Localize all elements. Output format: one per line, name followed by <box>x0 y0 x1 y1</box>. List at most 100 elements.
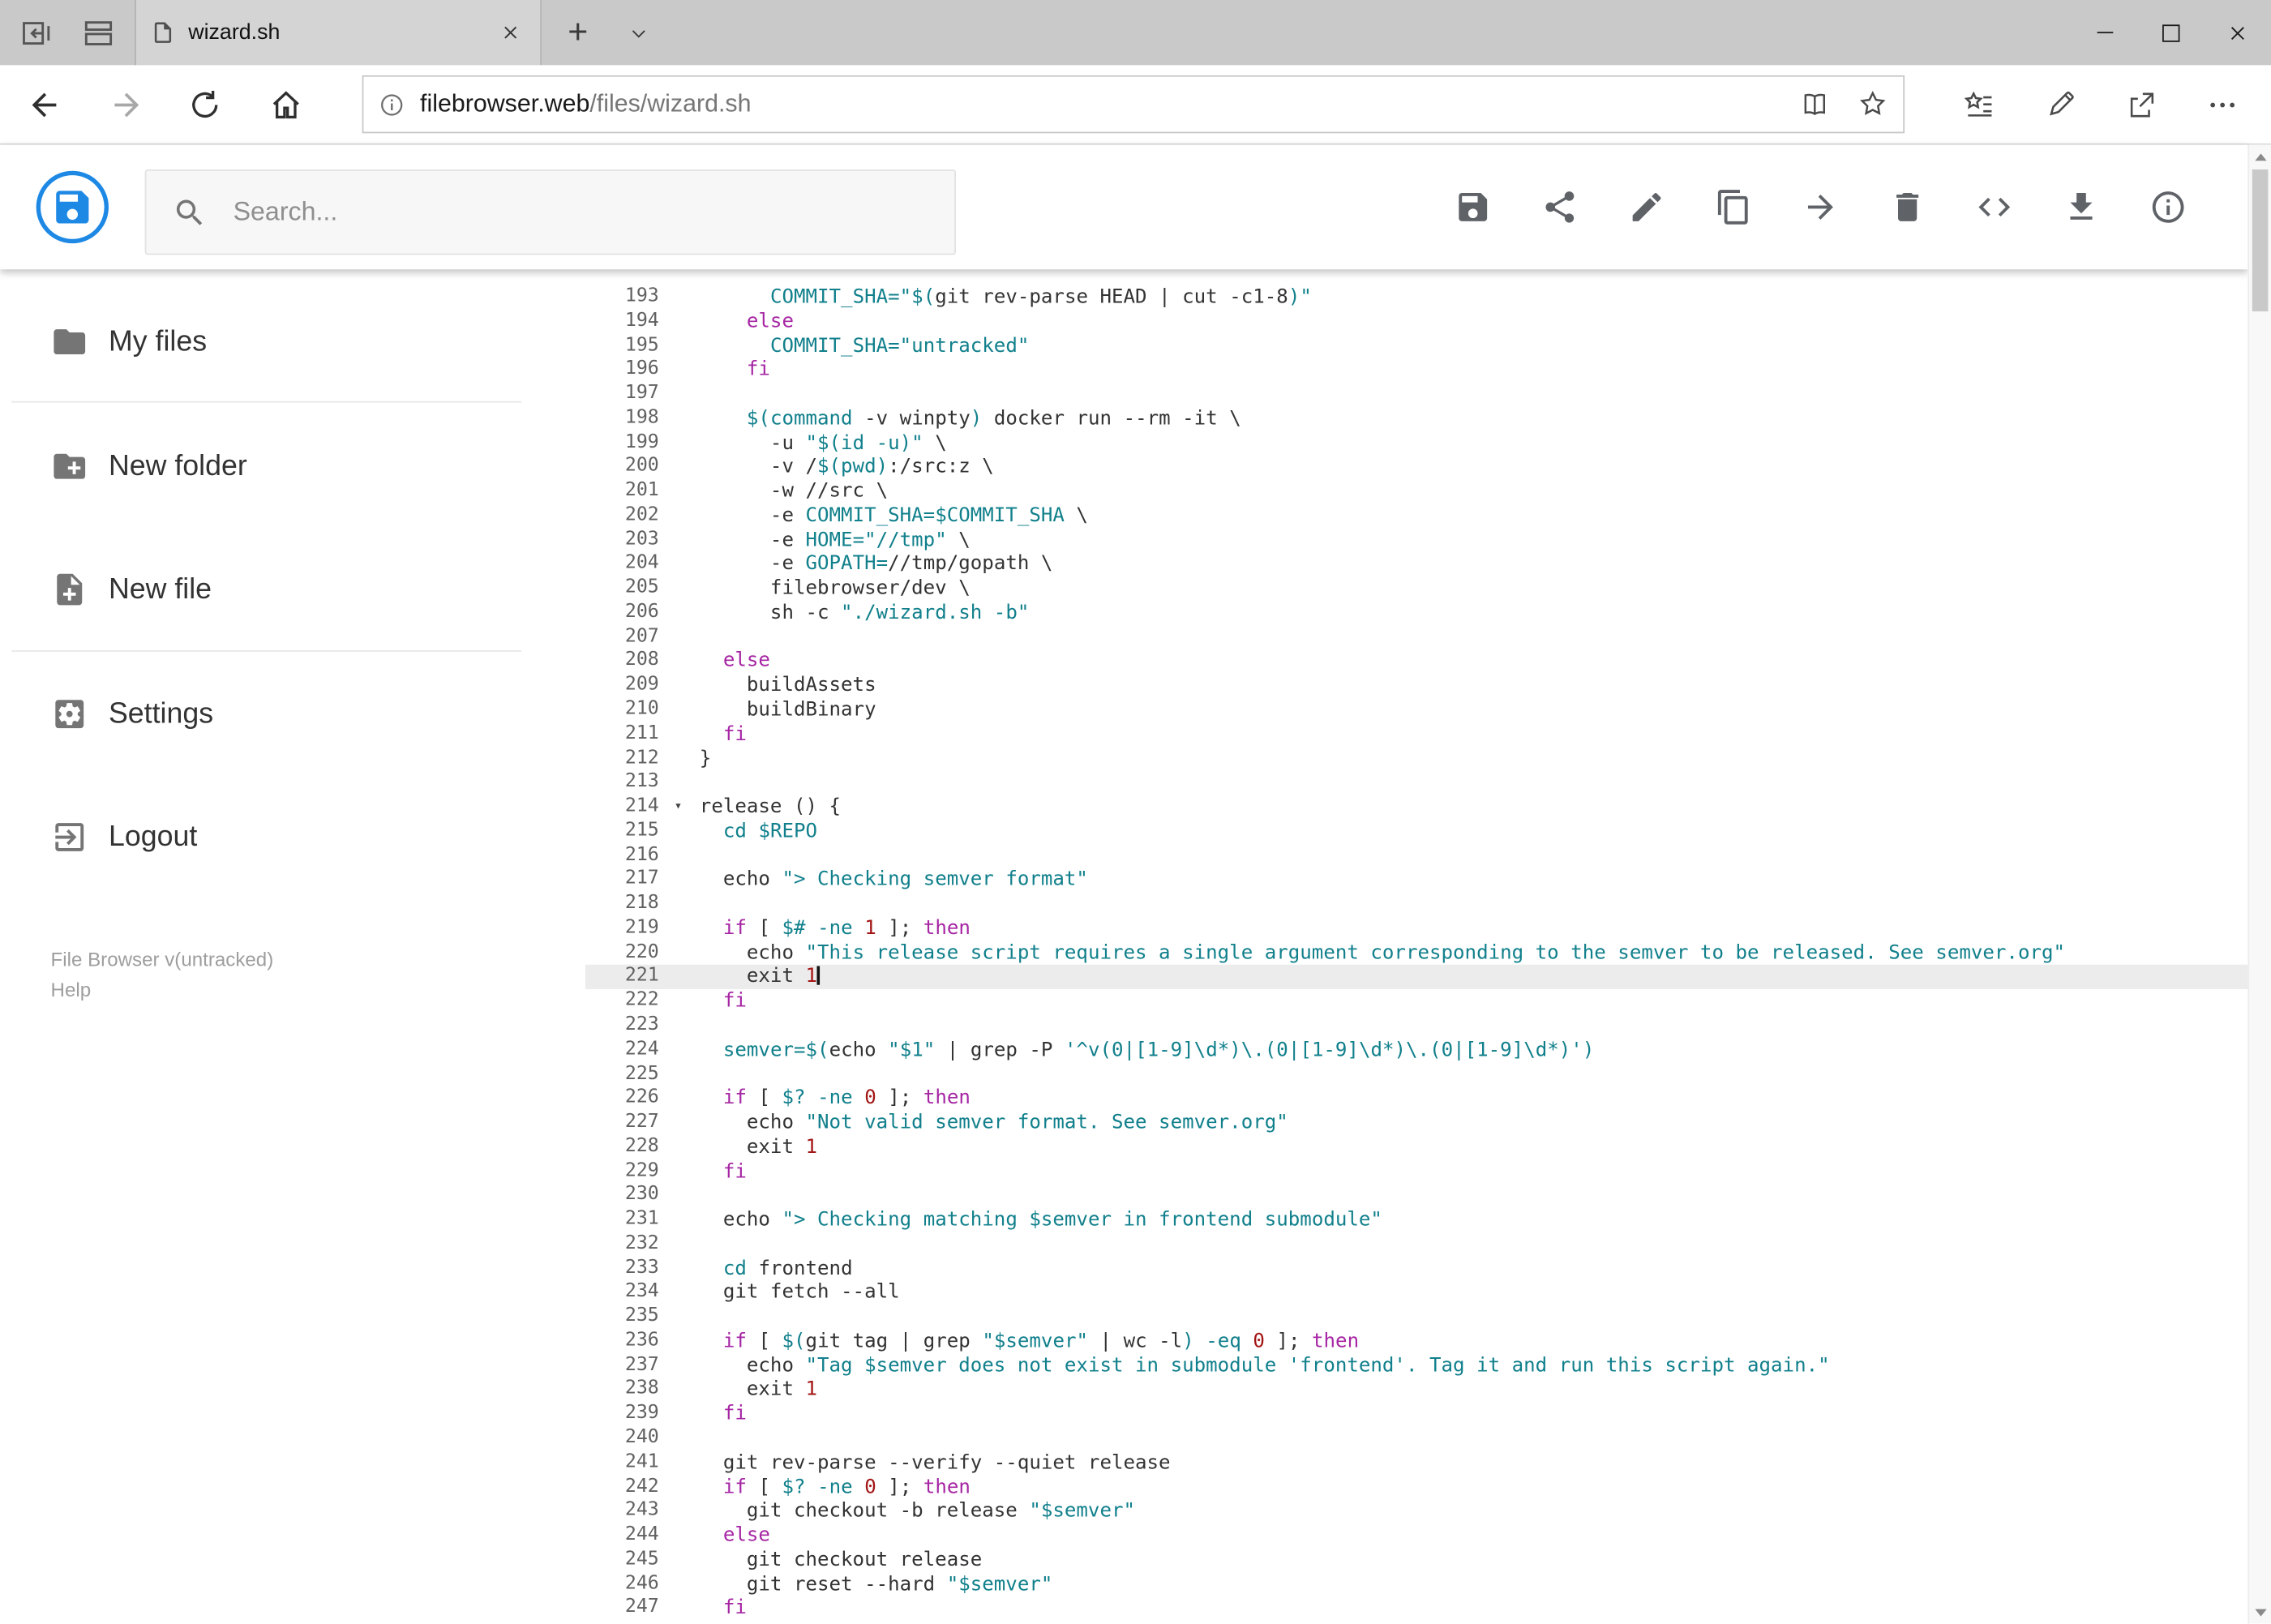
code-line[interactable]: 247 fi <box>585 1596 2248 1621</box>
code-text[interactable]: else <box>700 1523 770 1548</box>
code-line[interactable]: 228 exit 1 <box>585 1135 2248 1159</box>
code-line[interactable]: 245 git checkout release <box>585 1548 2248 1572</box>
url-text[interactable]: filebrowser.web/files/wizard.sh <box>420 90 1772 119</box>
sidebar-item-new-file[interactable]: New file <box>0 571 584 608</box>
code-line[interactable]: 193 COMMIT_SHA="$(git rev-parse HEAD | c… <box>585 285 2248 310</box>
code-line[interactable]: 195 COMMIT_SHA="untracked" <box>585 334 2248 358</box>
code-line[interactable]: 233 cd frontend <box>585 1257 2248 1281</box>
forward-icon[interactable] <box>109 87 145 123</box>
code-text[interactable]: if [ $(git tag | grep "$semver" | wc -l)… <box>700 1330 1359 1354</box>
sidebar-item-settings[interactable]: Settings <box>0 695 584 732</box>
code-text[interactable]: git checkout -b release "$semver" <box>700 1499 1135 1523</box>
code-line[interactable]: 227 echo "Not valid semver format. See s… <box>585 1111 2248 1135</box>
code-text[interactable]: exit 1 <box>700 1135 817 1159</box>
code-line[interactable]: 244 else <box>585 1523 2248 1548</box>
code-line[interactable]: 211 fi <box>585 722 2248 747</box>
code-line[interactable]: 213 <box>585 771 2248 795</box>
code-line[interactable]: 202 -e COMMIT_SHA=$COMMIT_SHA \ <box>585 503 2248 528</box>
code-text[interactable]: echo "Tag $semver does not exist in subm… <box>700 1354 1830 1378</box>
code-line[interactable]: 221 exit 1 <box>585 965 2248 990</box>
download-button[interactable] <box>2063 188 2100 225</box>
maximize-button[interactable] <box>2138 0 2205 65</box>
code-text[interactable]: buildAssets <box>700 674 876 698</box>
code-text[interactable]: fi <box>700 358 770 383</box>
code-text[interactable]: release () { <box>700 795 841 820</box>
code-text[interactable]: else <box>700 310 794 334</box>
code-line[interactable]: 237 echo "Tag $semver does not exist in … <box>585 1354 2248 1378</box>
code-line[interactable]: 220 echo "This release script requires a… <box>585 941 2248 966</box>
code-text[interactable]: if [ $? -ne 0 ]; then <box>700 1086 971 1111</box>
code-line[interactable]: 226 if [ $? -ne 0 ]; then <box>585 1086 2248 1111</box>
code-line[interactable]: 200 -v /$(pwd):/src:z \ <box>585 456 2248 480</box>
code-line[interactable]: 205 filebrowser/dev \ <box>585 576 2248 601</box>
code-line[interactable]: 235 <box>585 1305 2248 1330</box>
code-line[interactable]: 194 else <box>585 310 2248 334</box>
filebrowser-logo[interactable] <box>36 170 109 244</box>
code-text[interactable]: } <box>700 747 712 771</box>
page-scrollbar[interactable] <box>2247 144 2271 1624</box>
code-line[interactable]: 236 if [ $(git tag | grep "$semver" | wc… <box>585 1330 2248 1354</box>
site-info-icon[interactable] <box>378 91 405 118</box>
code-line[interactable]: 246 git reset --hard "$semver" <box>585 1572 2248 1596</box>
copy-button[interactable] <box>1715 188 1752 225</box>
code-text[interactable]: git reset --hard "$semver" <box>700 1572 1053 1596</box>
code-text[interactable]: fi <box>700 722 747 747</box>
code-line[interactable]: 201 -w //src \ <box>585 480 2248 504</box>
code-line[interactable]: 239 fi <box>585 1403 2248 1427</box>
info-button[interactable] <box>2149 188 2187 225</box>
share-button[interactable] <box>1541 188 1579 225</box>
sidebar-item-logout[interactable]: Logout <box>0 818 584 855</box>
new-tab-button[interactable]: + <box>552 0 604 65</box>
code-editor[interactable]: 193 COMMIT_SHA="$(git rev-parse HEAD | c… <box>585 269 2248 1624</box>
code-text[interactable]: semver=$(echo "$1" | grep -P '^v(0|[1-9]… <box>700 1038 1595 1062</box>
code-text[interactable]: fi <box>700 1159 747 1184</box>
code-text[interactable]: git rev-parse --verify --quiet release <box>700 1450 1171 1475</box>
home-icon[interactable] <box>268 87 304 123</box>
code-line[interactable]: 231 echo "> Checking matching $semver in… <box>585 1208 2248 1232</box>
code-text[interactable]: sh -c "./wizard.sh -b" <box>700 601 1029 625</box>
code-line[interactable]: 199 -u "$(id -u)" \ <box>585 431 2248 456</box>
search-input[interactable] <box>230 195 929 229</box>
refresh-icon[interactable] <box>186 87 223 123</box>
code-line[interactable]: 206 sh -c "./wizard.sh -b" <box>585 601 2248 625</box>
code-text[interactable]: fi <box>700 1596 747 1621</box>
favorite-star-icon[interactable] <box>1857 88 1888 120</box>
code-text[interactable]: echo "> Checking matching $semver in fro… <box>700 1208 1382 1232</box>
code-text[interactable]: else <box>700 649 770 674</box>
code-line[interactable]: 212} <box>585 747 2248 771</box>
code-line[interactable]: 240 <box>585 1427 2248 1451</box>
save-button[interactable] <box>1454 188 1491 225</box>
code-text[interactable]: if [ $# -ne 1 ]; then <box>700 917 971 941</box>
reading-view-icon[interactable] <box>1799 88 1831 120</box>
code-text[interactable]: echo "This release script requires a sin… <box>700 941 2065 966</box>
close-window-button[interactable] <box>2205 0 2271 65</box>
tab-list-chevron-icon[interactable] <box>613 0 665 65</box>
code-line[interactable]: 242 if [ $? -ne 0 ]; then <box>585 1475 2248 1499</box>
url-field[interactable]: filebrowser.web/files/wizard.sh <box>362 75 1905 134</box>
code-line[interactable]: 216 <box>585 844 2248 868</box>
move-button[interactable] <box>1802 188 1839 225</box>
back-icon[interactable] <box>26 87 62 123</box>
search-box[interactable] <box>144 169 956 255</box>
code-text[interactable]: echo "> Checking semver format" <box>700 868 1088 893</box>
code-line[interactable]: 238 exit 1 <box>585 1378 2248 1403</box>
code-text[interactable]: -e GOPATH=//tmp/gopath \ <box>700 552 1053 576</box>
code-line[interactable]: 208 else <box>585 649 2248 674</box>
code-line[interactable]: 222 fi <box>585 989 2248 1013</box>
code-line[interactable]: 196 fi <box>585 358 2248 383</box>
code-line[interactable]: 197 <box>585 383 2248 407</box>
minimize-button[interactable] <box>2071 0 2137 65</box>
code-line[interactable]: 243 git checkout -b release "$semver" <box>585 1499 2248 1523</box>
code-text[interactable]: -u "$(id -u)" \ <box>700 431 947 456</box>
code-text[interactable]: -w //src \ <box>700 480 888 504</box>
code-line[interactable]: 204 -e GOPATH=//tmp/gopath \ <box>585 552 2248 576</box>
delete-button[interactable] <box>1888 188 1926 225</box>
code-line[interactable]: 207 <box>585 625 2248 649</box>
rename-button[interactable] <box>1628 188 1665 225</box>
code-text[interactable]: git fetch --all <box>700 1281 900 1305</box>
browser-more-icon[interactable] <box>2181 65 2262 144</box>
code-line[interactable]: 214 ▾ release () { <box>585 795 2248 820</box>
code-text[interactable]: -e COMMIT_SHA=$COMMIT_SHA \ <box>700 503 1088 528</box>
code-text[interactable]: exit 1 <box>700 965 820 989</box>
help-link[interactable]: Help <box>51 975 274 1005</box>
